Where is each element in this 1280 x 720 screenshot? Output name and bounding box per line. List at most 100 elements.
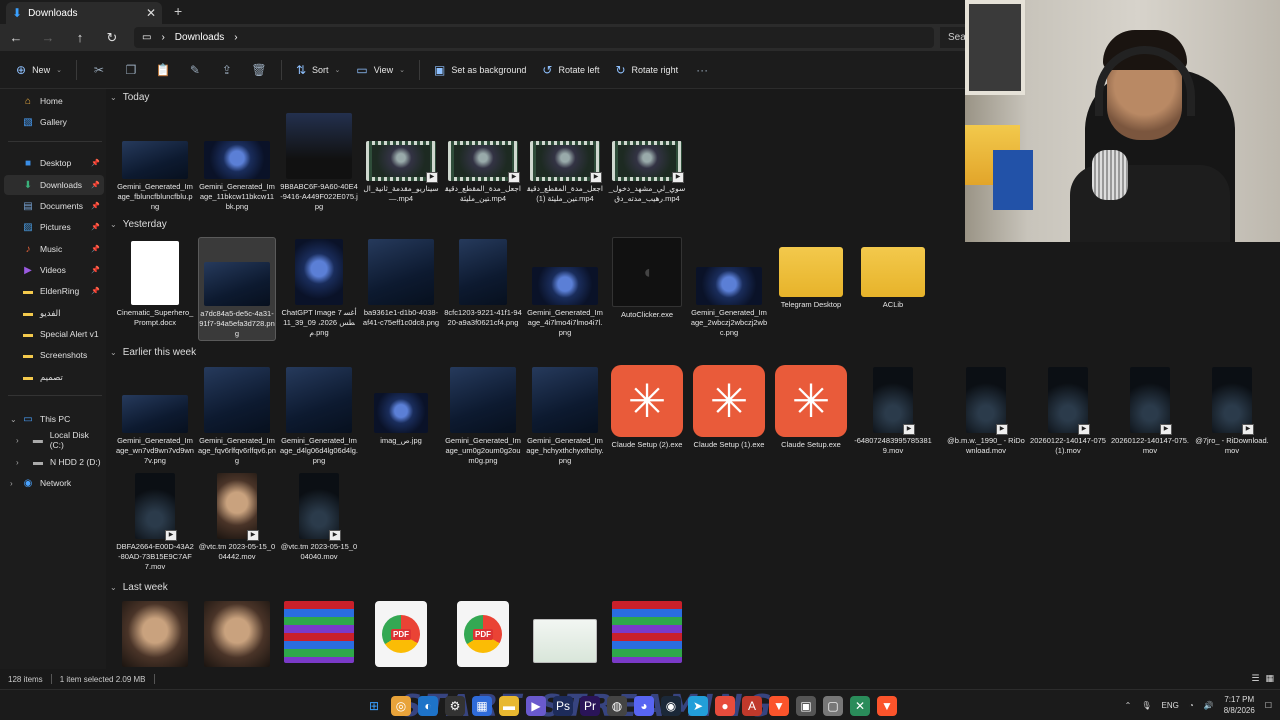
chrome-icon[interactable]: ◎ — [391, 696, 411, 716]
file-item[interactable]: Cinematic_Superhero_Prompt.docx — [116, 237, 194, 328]
brave-icon[interactable]: ▼ — [877, 696, 897, 716]
sidebar-item-videos[interactable]: ▶ Videos 📌 — [4, 260, 104, 280]
brave-icon[interactable]: ▼ — [769, 696, 789, 716]
file-item[interactable]: ✳ Claude Setup (1).exe — [690, 365, 768, 450]
address-bar[interactable]: ▭ › Downloads › — [134, 27, 934, 48]
sidebar-item-network[interactable]: › ◉ Network — [4, 473, 104, 493]
new-button[interactable]: ⊕ New ⌄ — [8, 57, 70, 83]
telegram-icon[interactable]: ➤ — [688, 696, 708, 716]
clock[interactable]: 7:17 PM 8/8/2026 — [1224, 694, 1255, 716]
breadcrumb-downloads[interactable]: Downloads — [175, 32, 224, 43]
file-item[interactable]: 8cfc1203-9221-41f1-9420-a9a3f0621cf4.png — [444, 237, 522, 328]
chevron-down-icon[interactable]: ⌄ — [10, 415, 17, 424]
file-item[interactable]: ▶ -6480724839957853819.mov — [854, 365, 932, 456]
file-item[interactable] — [116, 601, 194, 667]
steam-icon[interactable]: ◉ — [661, 696, 681, 716]
details-view-icon[interactable]: ☰ — [1251, 673, 1259, 684]
file-item[interactable]: ▶ @b.m.w._1990_ - RiDownload.mov — [947, 365, 1025, 456]
media-icon[interactable]: ▶ — [526, 696, 546, 716]
up-icon[interactable]: ↑ — [64, 30, 96, 45]
file-explorer-icon[interactable]: ▬ — [499, 696, 519, 716]
file-item[interactable]: ▶ @vtc.tm 2023-05-15_004442.mov — [198, 471, 276, 562]
file-item[interactable]: Gemini_Generated_Image_hchyxthchyxthchy.… — [526, 365, 604, 466]
file-item[interactable]: ▶ اجعل_مدة_المقطع_دقيقتين_مليئة.mp4 — [444, 111, 522, 204]
refresh-icon[interactable]: ↻ — [96, 30, 128, 46]
file-item[interactable]: Gemini_Generated_Image_11bkcw11bkcw11bk.… — [198, 111, 276, 212]
sidebar-item-gallery[interactable]: ▧ Gallery — [4, 112, 104, 132]
edge-icon[interactable]: ◐ — [418, 696, 438, 716]
premiere-icon[interactable]: Pr — [580, 696, 600, 716]
wifi-icon[interactable]: ◔ — [1189, 701, 1194, 710]
file-item[interactable]: Gemini_Generated_Image_d4lg06d4lg06d4lg.… — [280, 365, 358, 466]
forward-icon[interactable]: → — [32, 30, 64, 45]
app-icon[interactable]: A — [742, 696, 762, 716]
file-item[interactable]: Gemini_Generated_Image_2wbczj2wbczj2wbc.… — [690, 237, 768, 338]
set-background-button[interactable]: ▣ Set as background — [426, 57, 534, 83]
more-options-icon[interactable]: ··· — [686, 63, 718, 77]
file-item[interactable]: ◖ AutoClicker.exe — [608, 237, 686, 320]
mic-icon[interactable]: 🎙 — [1141, 701, 1151, 710]
sidebar-item-desktop[interactable]: ■ Desktop 📌 — [4, 153, 104, 173]
file-item[interactable]: ✳ Claude Setup.exe — [772, 365, 850, 450]
group-header-yesterday[interactable]: ⌄ Yesterday — [110, 219, 167, 230]
app-icon[interactable]: ▣ — [796, 696, 816, 716]
sidebar-item-music[interactable]: ♪ Music 📌 — [4, 239, 104, 259]
back-icon[interactable]: ← — [0, 30, 32, 45]
store-icon[interactable]: ▦ — [472, 696, 492, 716]
file-item-selected[interactable]: a7dc84a5-de5c-4a31-91f7-94a5efa3d728.png — [198, 237, 276, 341]
file-item[interactable] — [526, 601, 604, 663]
close-tab-icon[interactable]: ✕ — [146, 6, 156, 20]
file-item[interactable]: Gemini_Generated_Image_4i7lmo4i7lmo4i7l.… — [526, 237, 604, 338]
sidebar-item-special-alert[interactable]: ▬ Special Alert v1 — [4, 324, 104, 344]
file-item[interactable]: Gemini_Generated_Image_um0g2oum0g2oum0g.… — [444, 365, 522, 466]
file-item[interactable]: PDF — [444, 601, 522, 667]
file-item[interactable] — [198, 601, 276, 667]
volume-icon[interactable]: 🔊 — [1204, 701, 1214, 710]
folder-item[interactable]: ACLib — [854, 237, 932, 310]
chevron-right-icon[interactable]: › — [16, 458, 19, 467]
file-item[interactable]: Gemini_Generated_Image_fqv6rlfqv6rlfqv6.… — [198, 365, 276, 466]
sidebar-item-eldenring[interactable]: ▬ EldenRing 📌 — [4, 281, 104, 301]
rename-icon[interactable]: ✎ — [179, 63, 211, 77]
file-item[interactable]: imag_ص.jpg — [362, 365, 440, 446]
sidebar-item-pictures[interactable]: ▨ Pictures 📌 — [4, 217, 104, 237]
sidebar-item-local-disk[interactable]: › ▬ Local Disk (C:) — [4, 430, 104, 450]
app-icon[interactable]: ▢ — [823, 696, 843, 716]
file-item[interactable] — [280, 601, 358, 663]
group-header-today[interactable]: ⌄ Today — [110, 92, 149, 103]
file-item[interactable]: PDF — [362, 601, 440, 667]
paste-icon[interactable]: 📋 — [147, 63, 179, 77]
view-button[interactable]: ▭ View ⌄ — [348, 57, 413, 83]
rotate-right-button[interactable]: ↻ Rotate right — [607, 57, 686, 83]
sort-button[interactable]: ⇅ Sort ⌄ — [288, 57, 348, 83]
file-item[interactable]: ▶ 20260122-140147-075 (1).mov — [1029, 365, 1107, 456]
notification-icon[interactable]: ☐ — [1265, 701, 1272, 710]
file-item[interactable]: ✳ Claude Setup (2).exe — [608, 365, 686, 450]
file-item[interactable]: ▶ اجعل_مدة_المقطع_دقيقتين_مليئة (1).mp4 — [526, 111, 604, 204]
file-item[interactable]: ba9361e1-d1b0-4038-af41-c75eff1c0dc8.png — [362, 237, 440, 328]
new-tab-icon[interactable]: + — [174, 3, 182, 19]
app-icon[interactable]: ✕ — [850, 696, 870, 716]
app-icon[interactable]: ◍ — [607, 696, 627, 716]
rotate-left-button[interactable]: ↺ Rotate left — [534, 57, 607, 83]
file-item[interactable]: ▶ DBFA2664-E00D-43A2-80AD-73B15E9C7AF7.mo… — [116, 471, 194, 572]
copy-icon[interactable]: ❐ — [115, 63, 147, 77]
group-header-earlier-this-week[interactable]: ⌄ Earlier this week — [110, 347, 196, 358]
group-header-last-week[interactable]: ⌄ Last week — [110, 582, 168, 593]
sidebar-item-hdd-d[interactable]: › ▬ N HDD 2 (D:) — [4, 452, 104, 472]
sidebar-item-home[interactable]: ⌂ Home — [4, 91, 104, 111]
language-indicator[interactable]: ENG — [1162, 701, 1179, 710]
file-item[interactable] — [608, 601, 686, 663]
file-item[interactable]: ▶ سيناريو_مقدمة_ثانية_ال—.mp4 — [362, 111, 440, 204]
share-icon[interactable]: ⇪ — [211, 63, 243, 77]
app-icon[interactable]: ⚙ — [445, 696, 465, 716]
file-item[interactable]: Gemini_Generated_Image_wn7vd9wn7vd9wn7v.… — [116, 365, 194, 466]
sidebar-item-screenshots[interactable]: ▬ Screenshots — [4, 345, 104, 365]
file-item[interactable]: ChatGPT Image 7 أغسطس 2026، 09_39_11 م.p… — [280, 237, 358, 338]
chevron-right-icon[interactable]: › — [16, 436, 19, 445]
sidebar-item-folder-design[interactable]: ▬ تصميم — [4, 367, 104, 387]
tab-downloads[interactable]: ⬇ Downloads ✕ — [6, 2, 162, 24]
file-item[interactable]: ▶ @vtc.tm 2023-05-15_004040.mov — [280, 471, 358, 562]
chevron-up-icon[interactable]: ⌃ — [1125, 701, 1132, 710]
file-item[interactable]: ▶ سوي_لي_مشهد_دخول_رهيب_مدته_دق.mp4 — [608, 111, 686, 204]
